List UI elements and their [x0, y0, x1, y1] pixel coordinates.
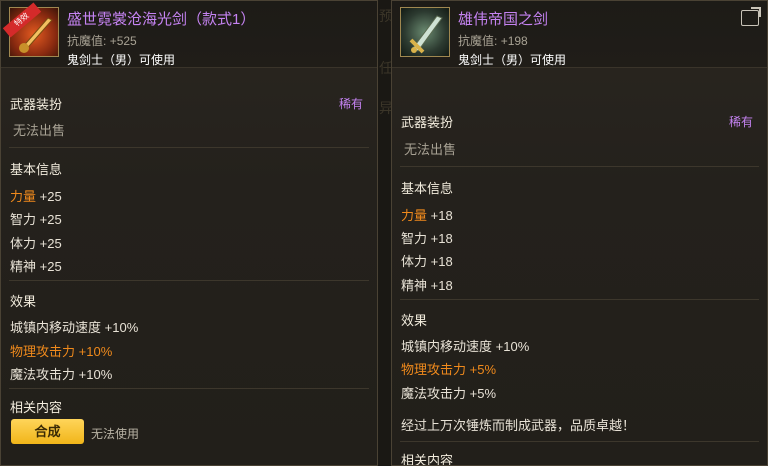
related-heading: 相关内容 — [10, 400, 63, 415]
item-description: 经过上万次锤炼而制成武器，品质卓越！ — [401, 418, 636, 433]
sell-status: 无法出售 — [13, 123, 66, 138]
class-requirement: 鬼剑士（男）可使用 — [458, 53, 567, 67]
tooltip-header: 雄伟帝国之剑 抗魔值: +198 鬼剑士（男）可使用 — [392, 1, 767, 68]
attr-spirit: 精神 +18 — [401, 278, 453, 293]
sword-item-icon: 特效 — [2, 2, 59, 57]
related-heading: 相关内容 — [401, 453, 454, 466]
attr-spirit: 精神 +25 — [10, 259, 62, 274]
attr-strength: 力量 +25 — [10, 189, 62, 204]
category-label: 武器装扮 — [10, 97, 63, 112]
divider — [400, 441, 759, 442]
divider — [9, 280, 369, 281]
effect-move-speed: 城镇内移动速度 +10% — [10, 320, 139, 335]
item-tooltip-left: 特效 盛世霓裳沧海光剑（款式1） 抗魔值: +525 鬼剑士（男）可使用 武器装… — [0, 0, 378, 466]
effects-heading: 效果 — [401, 313, 428, 328]
item-title: 盛世霓裳沧海光剑（款式1） — [67, 11, 256, 28]
divider — [400, 299, 759, 300]
category-label: 武器装扮 — [401, 115, 454, 130]
attr-vitality: 体力 +25 — [10, 236, 62, 251]
tooltip-header: 特效 盛世霓裳沧海光剑（款式1） 抗魔值: +525 鬼剑士（男）可使用 — [1, 1, 377, 68]
unusable-label: 无法使用 — [91, 427, 140, 441]
attr-strength: 力量 +18 — [401, 208, 453, 223]
effect-move-speed: 城镇内移动速度 +10% — [401, 339, 530, 354]
rarity-label: 稀有 — [338, 97, 363, 111]
effect-magic-attack: 魔法攻击力 +5% — [401, 386, 497, 401]
effect-physical-attack: 物理攻击力 +10% — [10, 344, 113, 359]
sell-status: 无法出售 — [404, 142, 457, 157]
divider — [9, 147, 369, 148]
effect-physical-attack: 物理攻击力 +5% — [401, 362, 497, 377]
effects-heading: 效果 — [10, 294, 37, 309]
attr-vitality: 体力 +18 — [401, 254, 453, 269]
effect-magic-attack: 魔法攻击力 +10% — [10, 367, 113, 382]
share-icon[interactable] — [741, 7, 761, 26]
magic-resist-stat: 抗魔值: +198 — [458, 34, 528, 48]
item-title: 雄伟帝国之剑 — [458, 11, 549, 28]
class-requirement: 鬼剑士（男）可使用 — [67, 53, 176, 67]
attr-intelligence: 智力 +18 — [401, 231, 453, 246]
attr-intelligence: 智力 +25 — [10, 212, 62, 227]
basic-info-heading: 基本信息 — [10, 162, 63, 177]
craft-button[interactable]: 合成 — [11, 419, 84, 444]
rarity-label: 稀有 — [728, 115, 753, 129]
item-tooltip-right: 雄伟帝国之剑 抗魔值: +198 鬼剑士（男）可使用 武器装扮 稀有 无法出售 … — [391, 0, 768, 466]
divider — [9, 388, 369, 389]
magic-resist-stat: 抗魔值: +525 — [67, 34, 137, 48]
divider — [400, 166, 759, 167]
basic-info-heading: 基本信息 — [401, 181, 454, 196]
sword-item-icon — [400, 7, 450, 57]
